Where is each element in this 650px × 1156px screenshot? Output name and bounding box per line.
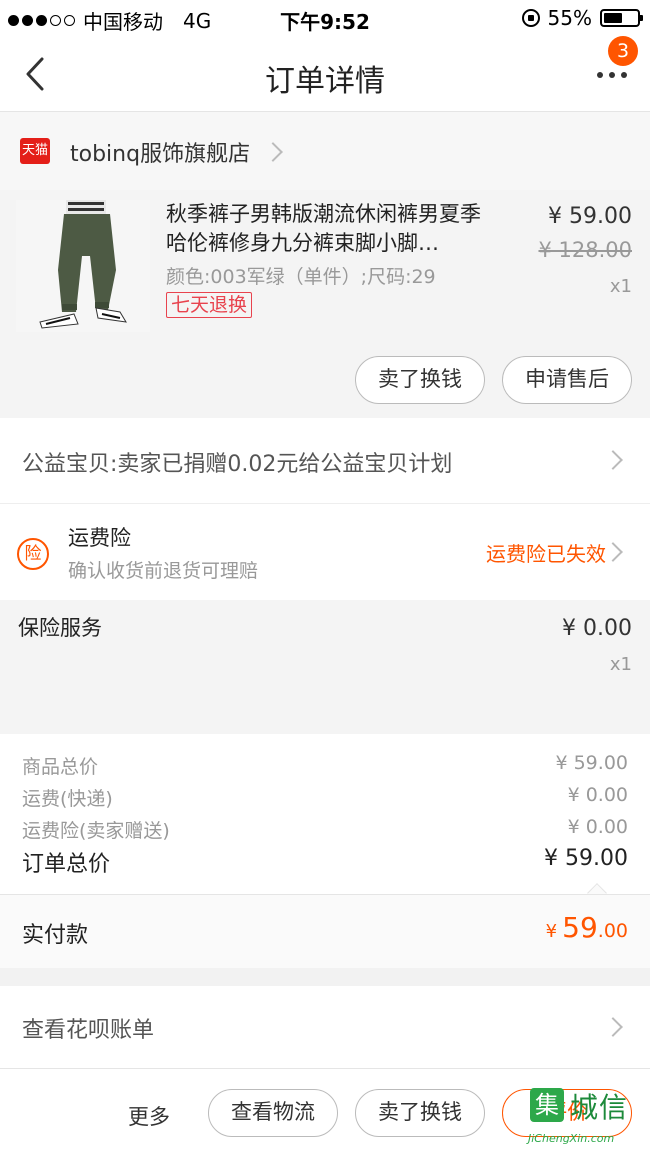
battery-icon	[600, 9, 643, 27]
return-policy-badge: 七天退换	[166, 292, 253, 318]
charity-text: 公益宝贝:卖家已捐赠0.02元给公益宝贝计划	[22, 452, 453, 477]
summary-label: 运费(快递)	[22, 788, 113, 810]
chevron-right-icon	[603, 1017, 623, 1037]
chevron-right-icon	[603, 542, 623, 562]
product-item[interactable]: 秋季裤子男韩版潮流休闲裤男夏季哈伦裤修身九分裤束脚小脚… 颜色:003军绿（单件…	[0, 190, 650, 418]
more-button[interactable]	[592, 62, 632, 88]
more-actions-link[interactable]: 更多	[128, 1101, 170, 1131]
shipping-insurance-status: 运费险已失效	[486, 542, 606, 566]
shipping-insurance-title: 运费险	[68, 526, 131, 550]
summary-row: 运费(快递) ¥ 0.00	[22, 784, 628, 811]
summary-row: 商品总价 ¥ 59.00	[22, 752, 628, 779]
status-right: 55%	[521, 6, 643, 30]
resell-button[interactable]: 卖了换钱	[355, 1089, 485, 1137]
after-sales-button[interactable]: 申请售后	[502, 356, 632, 404]
paid-decimal: .00	[597, 920, 628, 942]
insurance-service-item: 保险服务 ¥ 0.00 x1	[0, 600, 650, 734]
huabei-bill-text: 查看花呗账单	[22, 1018, 155, 1043]
summary-label: 运费险(卖家赠送)	[22, 820, 170, 842]
paid-amount: ¥ 59.00	[546, 911, 628, 944]
chevron-right-icon	[603, 450, 623, 470]
chevron-right-icon	[263, 142, 283, 162]
summary-value: ¥ 0.00	[567, 816, 628, 838]
insurance-service-price: ¥ 0.00	[562, 616, 632, 641]
paid-amount-row: 实付款 ¥ 59.00	[0, 894, 650, 968]
order-total-label: 订单总价	[22, 852, 111, 877]
resell-button[interactable]: 卖了换钱	[355, 356, 485, 404]
summary-row: 运费险(卖家赠送) ¥ 0.00	[22, 816, 628, 843]
store-name: tobinq服饰旗舰店	[70, 142, 251, 167]
shipping-insurance-row[interactable]: 险 运费险 确认收货前退货可理赔 运费险已失效	[0, 504, 650, 600]
summary-label: 商品总价	[22, 756, 99, 778]
page-title: 订单详情	[265, 64, 385, 99]
store-row[interactable]: 天猫 tobinq服饰旗舰店	[0, 112, 650, 190]
watermark-logo: 集 城信 JiChengXin.com	[522, 1076, 642, 1152]
price-summary: 商品总价 ¥ 59.00 运费(快递) ¥ 0.00 运费险(卖家赠送) ¥ 0…	[0, 734, 650, 903]
huabei-bill-row[interactable]: 查看花呗账单	[0, 986, 650, 1068]
order-total-row: 订单总价 ¥ 59.00	[22, 846, 628, 878]
product-price: ¥ 59.00	[548, 204, 632, 229]
paid-label: 实付款	[22, 923, 89, 948]
order-detail-screen: 中国移动 4G 下午9:52 55% 订单详情 3 天猫 tobinq服饰旗舰店	[0, 0, 650, 1156]
view-logistics-button[interactable]: 查看物流	[208, 1089, 338, 1137]
charity-row[interactable]: 公益宝贝:卖家已捐赠0.02元给公益宝贝计划	[0, 418, 650, 504]
insurance-icon: 险	[17, 538, 49, 570]
shipping-insurance-subtitle: 确认收货前退货可理赔	[68, 560, 259, 582]
order-total-value: ¥ 59.00	[544, 846, 628, 871]
status-bar: 中国移动 4G 下午9:52 55%	[0, 0, 650, 36]
paid-integer: 59	[562, 911, 598, 944]
paid-currency: ¥	[545, 921, 558, 942]
product-quantity: x1	[609, 276, 632, 297]
insurance-service-quantity: x1	[609, 654, 632, 675]
summary-value: ¥ 0.00	[567, 784, 628, 806]
original-price: ¥ 128.00	[538, 238, 632, 262]
more-dots-icon	[597, 72, 603, 78]
nav-bar: 订单详情 3	[0, 36, 650, 112]
watermark-text: 城信	[570, 1091, 629, 1124]
rotation-lock-icon	[521, 9, 540, 27]
notification-badge: 3	[608, 36, 638, 66]
summary-value: ¥ 59.00	[555, 752, 628, 774]
tmall-logo-icon: 天猫	[20, 138, 50, 164]
battery-percent: 55%	[547, 6, 592, 30]
product-title[interactable]: 秋季裤子男韩版潮流休闲裤男夏季哈伦裤修身九分裤束脚小脚…	[166, 200, 501, 258]
watermark-sub: JiChengXin.com	[528, 1132, 615, 1145]
product-image[interactable]	[16, 200, 150, 332]
watermark-icon: 集	[530, 1088, 564, 1122]
product-sku: 颜色:003军绿（单件）;尺码:29	[166, 266, 436, 288]
insurance-service-title: 保险服务	[18, 616, 102, 640]
